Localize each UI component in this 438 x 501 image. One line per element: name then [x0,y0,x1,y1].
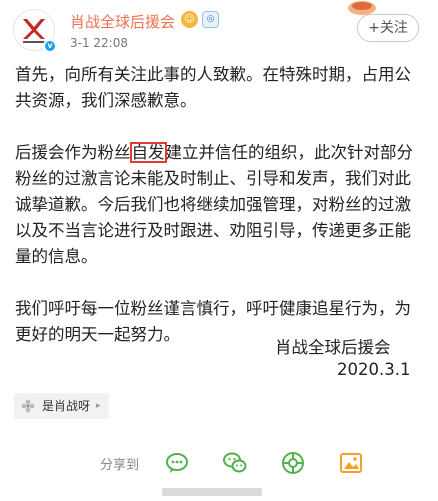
watermark-logo [162,488,262,496]
chevron-right-icon: ▸ [96,401,101,411]
follow-button[interactable]: +关注 [357,14,419,42]
post-body: 首先，向所有关注此事的人致歉。在特殊时期，占用公共资源，我们深感歉意。 后援会作… [15,62,425,348]
wechat-icon[interactable] [223,451,247,475]
account-name[interactable]: 肖战全球后援会 [70,11,175,32]
medal-icon: ☺ [181,11,198,28]
flower-icon [21,399,35,413]
topic-label: 是肖战呀 [42,399,91,413]
share-bar: 分享到 [100,448,430,478]
signature-name: 肖战全球后援会 [275,338,391,357]
signature-date: 2020.3.1 [337,360,411,379]
follow-button-label: +关注 [368,20,408,36]
verified-badge-icon: v [43,39,57,53]
moments-icon[interactable] [281,451,305,475]
highlighted-word: 自发 [129,142,167,163]
photo-icon[interactable] [339,451,363,475]
shield-icon: ◎ [202,11,219,28]
share-label: 分享到 [100,457,140,473]
post-timestamp: 3-1 22:08 [70,36,128,50]
post-header: v 肖战全球后援会 ☺ ◎ 3-1 22:08 +关注 [0,0,438,60]
paragraph-2-before: 后援会作为粉丝 [15,143,131,162]
paragraph-2: 后援会作为粉丝自发建立并信任的组织，此次针对部分粉丝的过激言论未能及时制止、引导… [15,140,425,270]
topic-tag[interactable]: 是肖战呀 ▸ [14,393,109,419]
chat-bubble-icon[interactable] [165,451,189,475]
paragraph-1: 首先，向所有关注此事的人致歉。在特殊时期，占用公共资源，我们深感歉意。 [15,65,411,110]
